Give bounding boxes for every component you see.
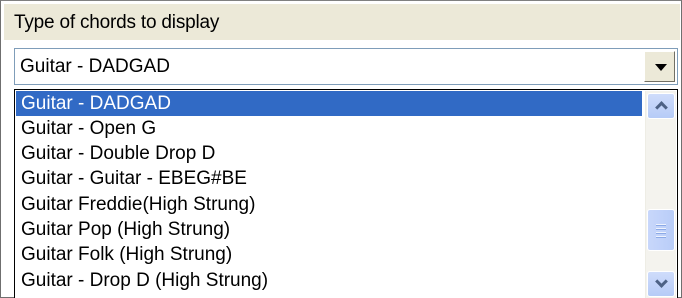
list-item[interactable]: Guitar Pop (High Strung) [16,217,642,242]
list-item[interactable]: Guitar - Open G [16,116,642,141]
vertical-scrollbar[interactable] [645,91,676,298]
group-label-bar: Type of chords to display [4,4,680,40]
scrollbar-thumb[interactable] [647,209,675,251]
list-item[interactable]: Guitar - DADGAD [16,91,642,116]
list-item[interactable]: Guitar Folk (High Strung) [16,242,642,267]
dropdown-toggle-button[interactable] [644,51,675,82]
chord-type-panel: Type of chords to display Guitar - DADGA… [0,0,682,298]
grip-icon [656,232,666,234]
group-label: Type of chords to display [14,12,220,33]
scroll-up-button[interactable] [647,93,675,119]
chord-type-select[interactable]: Guitar - DADGAD [14,48,678,85]
chord-type-dropdown-list: Guitar - DADGAD Guitar - Open G Guitar -… [14,89,678,298]
grip-icon [656,228,666,230]
grip-icon [656,236,666,238]
select-value: Guitar - DADGAD [20,56,170,77]
chevron-down-icon [655,64,667,71]
list-item[interactable]: Guitar Freddie(High Strung) [16,192,642,217]
grip-icon [656,224,666,226]
scroll-down-button[interactable] [647,271,675,297]
list-item[interactable]: Guitar - Double Drop D [16,141,642,166]
scroll-down-arrow-icon [655,275,668,288]
list-item[interactable]: Guitar - Guitar - EBEG#BE [16,166,642,191]
list-item[interactable]: Guitar - Drop D (High Strung) [16,268,642,293]
scroll-up-arrow-icon [655,101,668,114]
